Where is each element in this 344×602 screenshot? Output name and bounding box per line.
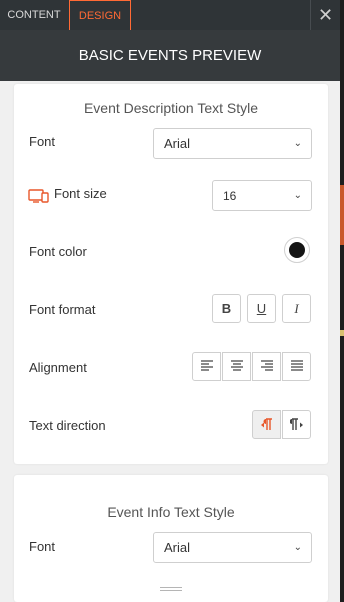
font-select-value: Arial	[164, 540, 191, 555]
tab-bar: CONTENT DESIGN ✕	[0, 0, 340, 30]
align-left-icon	[200, 360, 213, 371]
align-right-icon	[260, 360, 273, 371]
font-size-select[interactable]: 16 ⌄	[212, 180, 312, 211]
description-style-card: Event Description Text Style Font Arial …	[14, 84, 328, 464]
align-justify-icon	[290, 360, 303, 371]
responsive-devices-icon[interactable]	[28, 188, 50, 209]
background-accent	[340, 330, 344, 336]
alignment-label: Alignment	[29, 360, 87, 375]
chevron-down-icon: ⌄	[293, 190, 302, 201]
section-title: Event Description Text Style	[83, 100, 259, 116]
tab-design[interactable]: DESIGN	[69, 0, 131, 30]
font-label: Font	[29, 539, 56, 554]
align-right-button[interactable]	[252, 352, 281, 381]
font-label: Font	[29, 134, 56, 149]
tab-content[interactable]: CONTENT	[0, 0, 68, 30]
italic-button[interactable]: I	[282, 294, 311, 323]
align-center-icon	[230, 360, 243, 371]
rtl-direction-icon	[289, 418, 303, 430]
font-size-label: Font size	[54, 186, 107, 201]
font-color-label: Font color	[29, 244, 87, 259]
settings-panel: CONTENT DESIGN ✕ BASIC EVENTS PREVIEW Ev…	[0, 0, 340, 602]
font-format-label: Font format	[29, 302, 96, 317]
align-left-button[interactable]	[192, 352, 221, 381]
ltr-direction-icon	[260, 418, 272, 430]
font-color-swatch[interactable]	[284, 237, 310, 263]
info-style-card: Event Info Text Style Font Arial ⌄	[14, 475, 328, 602]
chevron-down-icon: ⌄	[293, 138, 302, 149]
align-justify-button[interactable]	[282, 352, 311, 381]
ltr-direction-button[interactable]	[252, 410, 281, 439]
font-select-value: Arial	[164, 136, 191, 151]
background-strip	[340, 0, 344, 602]
page-title: BASIC EVENTS PREVIEW	[0, 30, 340, 81]
font-select[interactable]: Arial ⌄	[153, 532, 312, 563]
chevron-down-icon: ⌄	[293, 542, 302, 553]
resize-handle[interactable]	[160, 587, 182, 593]
text-direction-label: Text direction	[29, 418, 106, 433]
background-accent	[340, 185, 344, 245]
font-select[interactable]: Arial ⌄	[153, 128, 312, 159]
bold-button[interactable]: B	[212, 294, 241, 323]
underline-button[interactable]: U	[247, 294, 276, 323]
align-center-button[interactable]	[222, 352, 251, 381]
close-icon[interactable]: ✕	[310, 0, 340, 30]
rtl-direction-button[interactable]	[282, 410, 311, 439]
font-size-value: 16	[223, 189, 237, 203]
section-title: Event Info Text Style	[107, 504, 235, 520]
